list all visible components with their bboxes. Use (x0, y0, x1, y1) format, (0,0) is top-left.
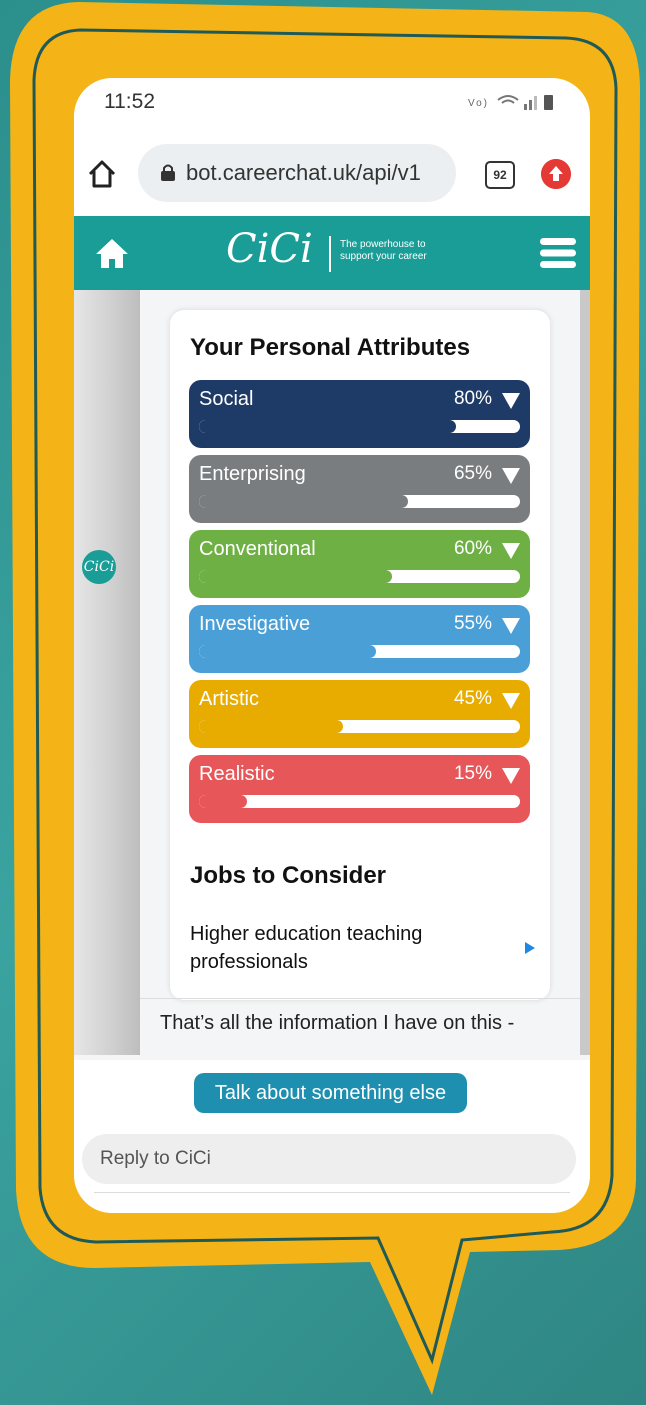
cici-logo: CiCi (226, 226, 313, 272)
progress-fill (199, 495, 408, 508)
tagline: The powerhouse to support your career (340, 239, 427, 262)
progress-fill (199, 420, 456, 433)
expand-triangle-icon[interactable] (502, 618, 520, 634)
progress-track (199, 720, 520, 733)
svg-text:Vo): Vo) (468, 98, 489, 109)
attribute-name: Conventional (199, 538, 316, 560)
status-time: 11:52 (104, 90, 155, 113)
attribute-enterprising[interactable]: Enterprising 65% (189, 455, 530, 523)
browser-toolbar: bot.careerchat.uk/api/v1 92 (74, 136, 590, 216)
attribute-investigative[interactable]: Investigative 55% (189, 605, 530, 673)
expand-triangle-icon[interactable] (502, 393, 520, 409)
attribute-artistic[interactable]: Artistic 45% (189, 680, 530, 748)
attribute-realistic[interactable]: Realistic 15% (189, 755, 530, 823)
tab-count-button[interactable]: 92 (485, 161, 515, 189)
reply-input[interactable]: Reply to CiCi (82, 1134, 576, 1184)
progress-fill (199, 720, 344, 733)
attribute-percent: 80% (453, 388, 492, 409)
logo-divider (329, 236, 331, 272)
attribute-percent: 15% (453, 763, 492, 784)
attribute-percent: 60% (453, 538, 492, 559)
talk-about-something-else-button[interactable]: Talk about something else (194, 1073, 467, 1113)
attribute-name: Enterprising (199, 463, 306, 485)
jobs-title: Jobs to Consider (190, 862, 387, 889)
expand-triangle-icon[interactable] (502, 543, 520, 559)
hamburger-menu-icon[interactable] (540, 238, 576, 268)
job-item[interactable]: Higher education teaching professionals (190, 920, 460, 976)
expand-triangle-icon[interactable] (502, 468, 520, 484)
signal-wifi-battery-icon: Vo) (468, 95, 553, 110)
progress-fill (199, 570, 392, 583)
browser-home-icon[interactable] (86, 158, 118, 190)
divider (140, 998, 580, 999)
blurred-background (74, 290, 140, 1055)
address-bar[interactable]: bot.careerchat.uk/api/v1 (138, 144, 456, 202)
progress-fill (199, 795, 248, 808)
progress-track (199, 795, 520, 808)
expand-triangle-icon[interactable] (502, 768, 520, 784)
attribute-social[interactable]: Social 80% (189, 380, 530, 448)
divider (94, 1192, 570, 1193)
chat-area[interactable]: CiCi Your Personal Attributes Social 80%… (74, 290, 590, 1060)
app-header: CiCi The powerhouse to support your care… (74, 216, 590, 290)
attribute-name: Artistic (199, 688, 259, 710)
progress-track (199, 645, 520, 658)
progress-track (199, 495, 520, 508)
cici-avatar: CiCi (82, 550, 116, 584)
phone-screen: 11:52 Vo) bot.careerchat.uk/api/v1 92 Ci… (74, 78, 590, 1213)
attribute-name: Social (199, 388, 254, 410)
expand-triangle-icon[interactable] (502, 693, 520, 709)
progress-track (199, 420, 520, 433)
attributes-card: Your Personal Attributes Social 80% Ente… (170, 310, 550, 1000)
attribute-percent: 55% (453, 613, 492, 634)
bot-message: That’s all the information I have on thi… (160, 1012, 515, 1034)
lock-icon (161, 164, 175, 181)
status-icons: Vo) (468, 92, 558, 116)
chat-input-area: Talk about something else Reply to CiCi (74, 1060, 590, 1213)
attribute-conventional[interactable]: Conventional 60% (189, 530, 530, 598)
blurred-background-right (580, 290, 590, 1055)
attribute-percent: 65% (453, 463, 492, 484)
update-arrow-icon[interactable] (541, 159, 571, 189)
status-bar: 11:52 Vo) (74, 78, 590, 136)
attributes-title: Your Personal Attributes (190, 334, 471, 361)
url-text: bot.careerchat.uk/api/v1 (186, 160, 421, 185)
attribute-name: Realistic (199, 763, 275, 785)
home-icon[interactable] (94, 236, 130, 270)
attribute-name: Investigative (199, 613, 311, 635)
progress-fill (199, 645, 376, 658)
play-arrow-icon[interactable] (525, 942, 535, 954)
attribute-percent: 45% (453, 688, 492, 709)
progress-track (199, 570, 520, 583)
